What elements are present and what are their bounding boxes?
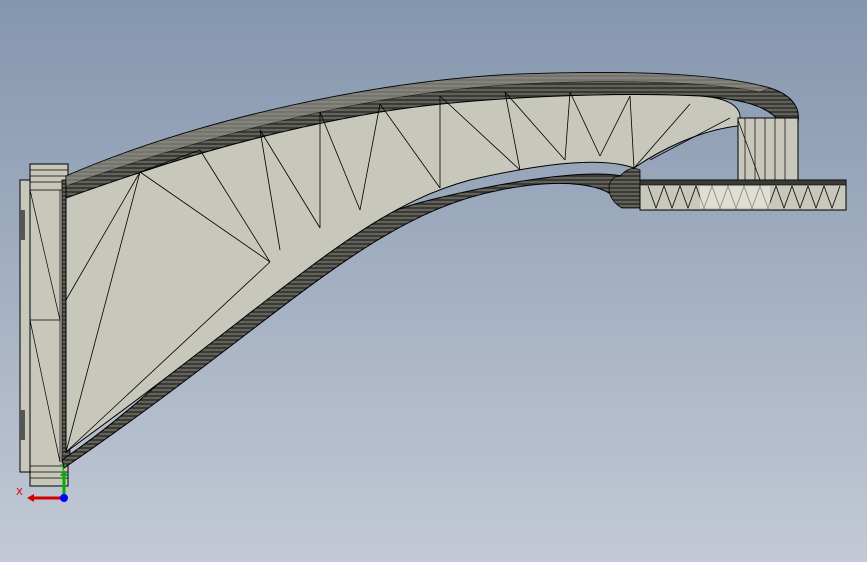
coordinate-triad: X Y: [10, 464, 80, 510]
left-flange: [19, 163, 71, 487]
graphics-viewport[interactable]: X Y: [0, 0, 867, 562]
y-axis-label: Y: [60, 463, 67, 474]
x-axis-label: X: [16, 487, 23, 498]
bracket-model[interactable]: [0, 0, 867, 562]
curved-arm: [61, 72, 799, 469]
